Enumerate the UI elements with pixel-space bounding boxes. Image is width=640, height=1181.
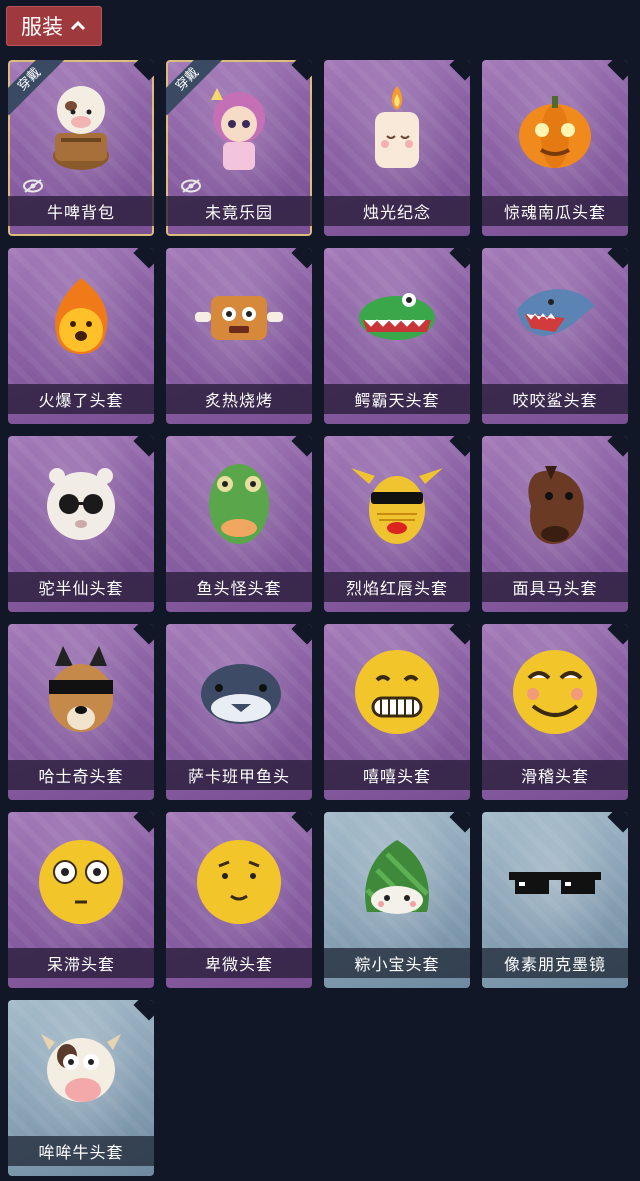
costume-card[interactable]: 鱼头怪头套 — [166, 436, 312, 612]
costume-card[interactable]: 嘻嘻头套 — [324, 624, 470, 800]
costume-name: 鱼头怪头套 — [166, 572, 312, 602]
costume-grid: 穿戴 牛啤背包 穿戴 未竟乐园 烛光纪念 惊魂南瓜头套 火爆了头套 炙热烧烤 鳄霸天头套 咬咬鲨头… — [0, 0, 640, 1181]
fishhead-icon — [209, 464, 269, 544]
costume-card[interactable]: 烛光纪念 — [324, 60, 470, 236]
equipped-badge-label: 穿戴 — [166, 60, 224, 116]
costume-name: 哈士奇头套 — [8, 760, 154, 790]
costume-card[interactable]: 滑稽头套 — [482, 624, 628, 800]
costume-card[interactable]: 卑微头套 — [166, 812, 312, 988]
costume-card[interactable]: 鳄霸天头套 — [324, 248, 470, 424]
cow-icon — [41, 1034, 121, 1102]
fish-icon — [201, 664, 281, 724]
costume-card[interactable]: 驼半仙头套 — [8, 436, 154, 612]
costume-name: 火爆了头套 — [8, 384, 154, 414]
huaji-icon — [513, 650, 597, 734]
costume-card[interactable]: 呆滞头套 — [8, 812, 154, 988]
costume-name: 面具马头套 — [482, 572, 628, 602]
pika-icon — [351, 468, 443, 544]
alpaca-icon — [47, 468, 115, 540]
costume-card[interactable]: 面具马头套 — [482, 436, 628, 612]
costume-name: 咬咬鲨头套 — [482, 384, 628, 414]
costume-card[interactable]: 火爆了头套 — [8, 248, 154, 424]
zongzi-icon — [365, 840, 429, 914]
grin-icon — [355, 650, 439, 734]
glasses-icon — [509, 872, 601, 894]
costume-name: 哞哞牛头套 — [8, 1136, 154, 1166]
costume-name: 烛光纪念 — [324, 196, 470, 226]
candle-icon — [375, 86, 419, 168]
costume-name: 呆滞头套 — [8, 948, 154, 978]
costume-name: 像素朋克墨镜 — [482, 948, 628, 978]
costume-card[interactable]: 粽小宝头套 — [324, 812, 470, 988]
costume-name: 驼半仙头套 — [8, 572, 154, 602]
costume-name: 未竟乐园 — [166, 196, 312, 226]
costume-name: 牛啤背包 — [8, 196, 154, 226]
costume-name: 嘻嘻头套 — [324, 760, 470, 790]
pumpkin-icon — [519, 96, 591, 168]
costume-card[interactable]: 炙热烧烤 — [166, 248, 312, 424]
eye-hidden-icon[interactable] — [22, 178, 44, 194]
costume-card[interactable]: 咬咬鲨头套 — [482, 248, 628, 424]
costume-card[interactable]: 哈士奇头套 — [8, 624, 154, 800]
costume-name: 萨卡班甲鱼头 — [166, 760, 312, 790]
fire-icon — [55, 278, 108, 354]
costume-name: 卑微头套 — [166, 948, 312, 978]
equipped-badge-label: 穿戴 — [8, 60, 66, 116]
horse-icon — [528, 466, 584, 544]
stare-icon — [39, 840, 123, 924]
husky-icon — [49, 646, 113, 732]
costume-card[interactable]: 像素朋克墨镜 — [482, 812, 628, 988]
costume-name: 惊魂南瓜头套 — [482, 196, 628, 226]
costume-card[interactable]: 穿戴 牛啤背包 — [8, 60, 154, 236]
eye-hidden-icon[interactable] — [180, 178, 202, 194]
humble-icon — [197, 840, 281, 924]
costume-name: 烈焰红唇头套 — [324, 572, 470, 602]
costume-card[interactable]: 烈焰红唇头套 — [324, 436, 470, 612]
costume-name: 鳄霸天头套 — [324, 384, 470, 414]
costume-name: 炙热烧烤 — [166, 384, 312, 414]
bbq-icon — [195, 296, 283, 340]
costume-name: 粽小宝头套 — [324, 948, 470, 978]
costume-name: 滑稽头套 — [482, 760, 628, 790]
costume-card[interactable]: 惊魂南瓜头套 — [482, 60, 628, 236]
equipped-badge: 穿戴 — [166, 60, 224, 118]
shark-icon — [517, 289, 595, 336]
croc-icon — [359, 293, 435, 340]
equipped-badge: 穿戴 — [8, 60, 66, 118]
costume-card[interactable]: 萨卡班甲鱼头 — [166, 624, 312, 800]
costume-card[interactable]: 穿戴 未竟乐园 — [166, 60, 312, 236]
costume-card[interactable]: 哞哞牛头套 — [8, 1000, 154, 1176]
